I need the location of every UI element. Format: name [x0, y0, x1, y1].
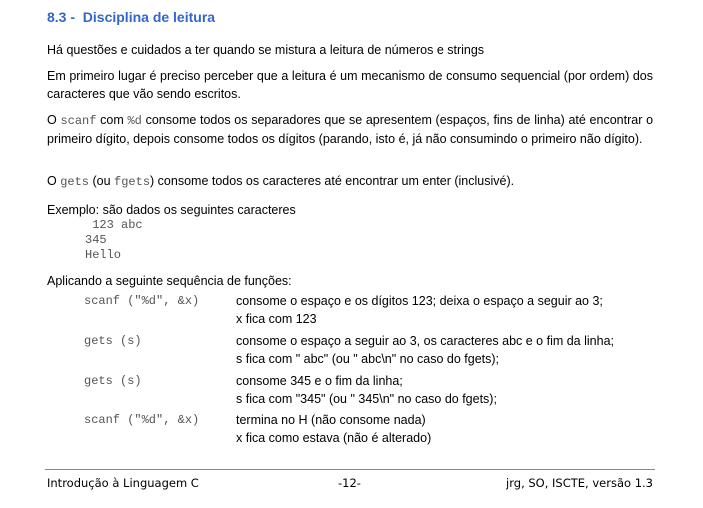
text: (ou: [89, 174, 115, 188]
sequence-desc: consome 345 e o fim da linha; s fica com …: [236, 372, 497, 408]
sequence-label: Aplicando a seguinte sequência de funçõe…: [47, 274, 292, 288]
section-heading: 8.3 - Disciplina de leitura: [47, 9, 215, 25]
text: ) consome todos os caracteres até encont…: [150, 174, 515, 188]
code-scanf: scanf: [60, 114, 97, 128]
text: O: [47, 113, 61, 127]
code-gets: gets: [60, 175, 90, 189]
desc-line: s fica com "345" (ou " 345\n" no caso do…: [236, 392, 497, 406]
desc-line: consome 345 e o fim da linha;: [236, 374, 403, 388]
footer-right: jrg, SO, ISCTE, versão 1.3: [506, 476, 653, 490]
footer-left: Introdução à Linguagem C: [47, 476, 199, 490]
page-number: -12-: [338, 476, 361, 490]
sequence-desc: consome o espaço e os dígitos 123; deixa…: [236, 292, 603, 328]
text: com: [96, 113, 128, 127]
section-title: Disciplina de leitura: [82, 9, 216, 25]
example-line: Hello: [85, 248, 122, 262]
paragraph-scanf: O scanf com %d consome todos os separado…: [47, 111, 653, 148]
code-fgets: fgets: [114, 175, 151, 189]
desc-line: termina no H (não consome nada): [236, 413, 426, 427]
desc-line: consome o espaço a seguir ao 3, os carac…: [236, 334, 614, 348]
section-number: 8.3 -: [47, 9, 76, 25]
paragraph-intro: Há questões e cuidados a ter quando se m…: [47, 43, 485, 57]
example-line: 123 abc: [85, 218, 143, 232]
footer-rule: [45, 469, 655, 470]
desc-line: consome o espaço e os dígitos 123; deixa…: [236, 294, 603, 308]
paragraph-first: Em primeiro lugar é preciso perceber que…: [47, 69, 653, 101]
code-format: %d: [127, 114, 142, 128]
sequence-code: gets (s): [84, 374, 142, 388]
example-line: 345: [85, 233, 107, 247]
sequence-code: gets (s): [84, 334, 142, 348]
sequence-code: scanf ("%d", &x): [84, 294, 200, 308]
desc-line: x fica como estava (não é alterado): [236, 431, 432, 445]
paragraph-example: Exemplo: são dados os seguintes caracter…: [47, 203, 296, 217]
text: O: [47, 174, 61, 188]
sequence-section: Aplicando a seguinte sequência de funçõe…: [47, 272, 667, 445]
desc-line: s fica com " abc" (ou " abc\n" no caso d…: [236, 352, 500, 366]
sequence-code: scanf ("%d", &x): [84, 413, 200, 427]
sequence-desc: consome o espaço a seguir ao 3, os carac…: [236, 332, 614, 368]
document-page: 8.3 - Disciplina de leitura Há questões …: [0, 0, 703, 508]
desc-line: x fica com 123: [236, 312, 317, 326]
sequence-desc: termina no H (não consome nada) x fica co…: [236, 411, 431, 447]
paragraph-gets: O gets (ou fgets) consome todos os carac…: [47, 172, 653, 191]
example-code-block: 123 abc 345 Hello: [85, 218, 143, 263]
